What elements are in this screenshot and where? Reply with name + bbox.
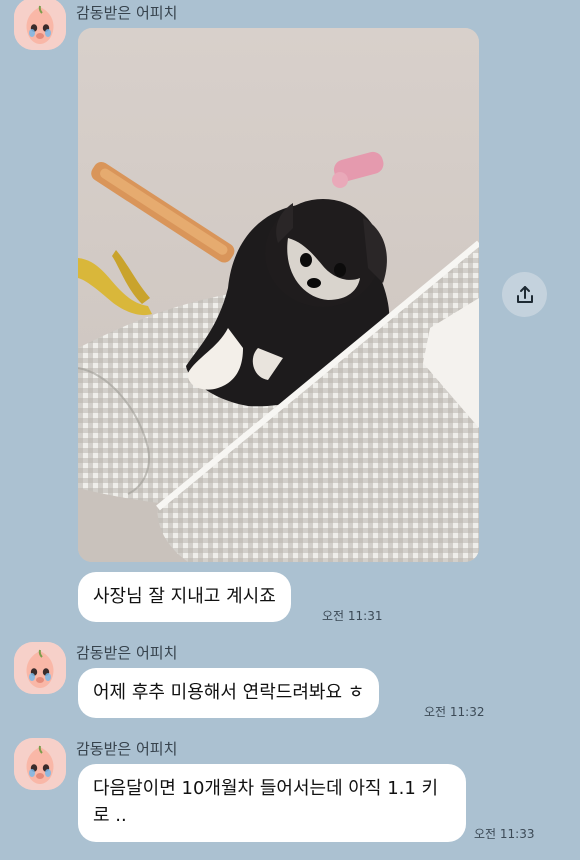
sender-avatar[interactable]	[14, 738, 66, 790]
apeach-avatar-icon	[14, 738, 66, 790]
message-bubble[interactable]: 사장님 잘 지내고 계시죠	[78, 572, 291, 622]
photo-message[interactable]	[78, 28, 479, 562]
sender-avatar[interactable]	[14, 642, 66, 694]
sender-name: 감동받은 어피치	[76, 4, 178, 22]
message-bubble[interactable]: 다음달이면 10개월차 들어서는데 아직 1.1 키로 ..	[78, 764, 466, 842]
message-bubble[interactable]: 어제 후추 미용해서 연락드려봐요 ㅎ	[78, 668, 380, 718]
share-icon	[516, 285, 533, 303]
message-time: 오전 11:31	[322, 609, 383, 623]
dog-photo	[78, 28, 479, 562]
share-button[interactable]	[502, 272, 547, 317]
sender-name: 감동받은 어피치	[76, 644, 178, 662]
apeach-avatar-icon	[14, 0, 66, 50]
apeach-avatar-icon	[14, 642, 66, 694]
sender-name: 감동받은 어피치	[76, 740, 178, 758]
sender-avatar[interactable]	[14, 0, 66, 50]
message-time: 오전 11:32	[424, 705, 485, 719]
message-time: 오전 11:33	[474, 827, 535, 841]
